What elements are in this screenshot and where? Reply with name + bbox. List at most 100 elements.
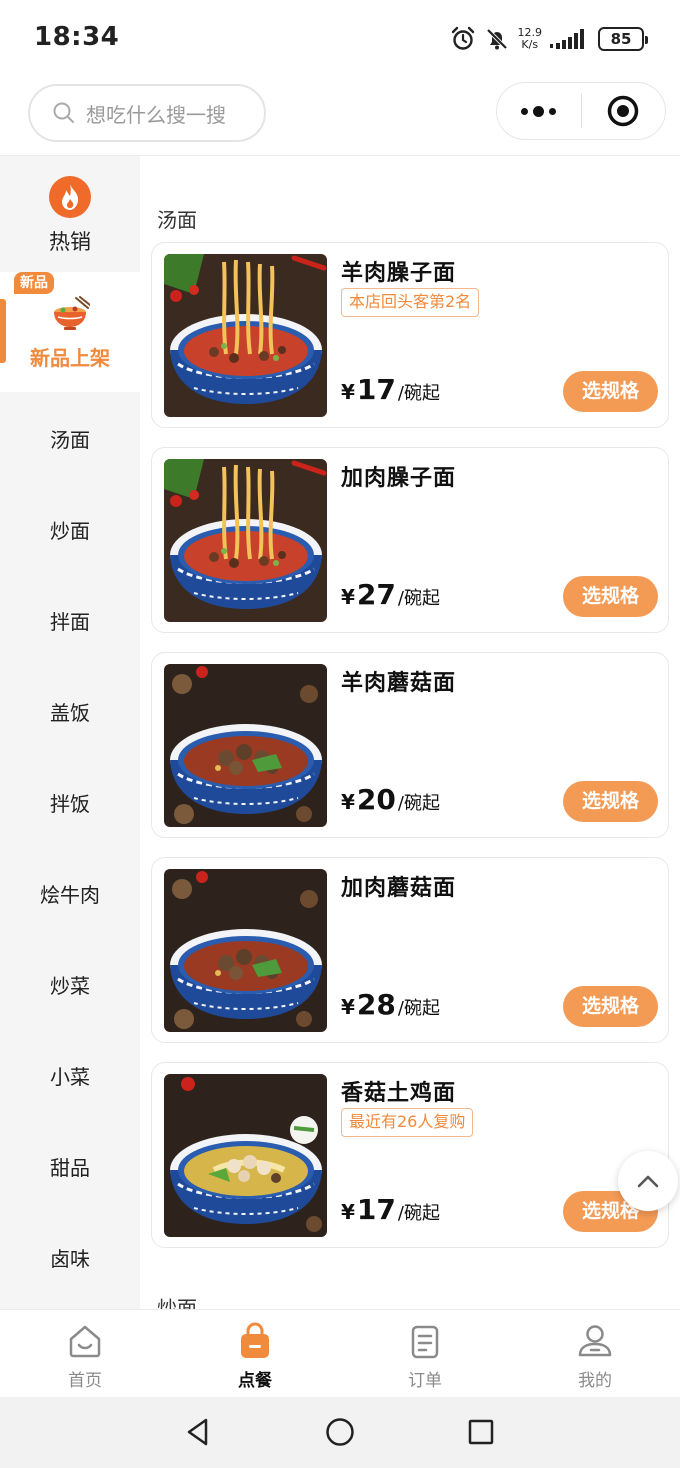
dish-price: ¥17/碗起	[341, 373, 440, 406]
flame-icon	[49, 176, 91, 218]
more-dot-icon	[533, 105, 545, 117]
mini-program-capsule	[496, 82, 666, 140]
dish-photo-art	[164, 1074, 327, 1237]
category-item[interactable]: 炒菜	[0, 941, 140, 1032]
search-placeholder: 想吃什么搜一搜	[86, 102, 226, 127]
dish-card[interactable]: 加肉蘑菇面 ¥28/碗起 选规格	[151, 857, 669, 1043]
new-tag: 新品	[14, 272, 54, 294]
target-icon	[608, 95, 639, 127]
bottom-tab-bar: 首页 点餐 订单 我的	[0, 1309, 680, 1397]
dish-list[interactable]: 汤面 羊肉臊子面 本店回头客第2名 ¥17/碗起 选规格 加肉臊子面 ¥27/碗起 选规格羊…	[140, 156, 680, 1309]
status-bar: 18:34 12.9 K/s 85	[0, 0, 680, 78]
signal-icon	[550, 29, 584, 49]
currency-symbol: ¥	[341, 380, 355, 404]
currency-symbol: ¥	[341, 995, 355, 1019]
price-value: 27	[356, 578, 396, 611]
dish-photo[interactable]	[164, 254, 327, 417]
tab-order-food-label: 点餐	[238, 1371, 272, 1391]
dish-photo-art	[164, 254, 327, 417]
tab-profile[interactable]: 我的	[510, 1310, 680, 1398]
search-input[interactable]: 想吃什么搜一搜	[28, 84, 266, 142]
dish-price: ¥20/碗起	[341, 783, 440, 816]
tab-home[interactable]: 首页	[0, 1310, 170, 1398]
category-item[interactable]: 汤面	[0, 395, 140, 486]
price-value: 17	[356, 1193, 396, 1226]
dish-photo-art	[164, 459, 327, 622]
status-time: 18:34	[34, 22, 120, 52]
tab-order-food[interactable]: 点餐	[170, 1310, 340, 1398]
alarm-icon	[451, 26, 474, 50]
dish-card[interactable]: 羊肉蘑菇面 ¥20/碗起 选规格	[151, 652, 669, 838]
mute-bell-icon	[486, 28, 507, 50]
dish-badge: 本店回头客第2名	[341, 288, 480, 317]
noodle-bowl-icon	[54, 296, 90, 330]
dish-name: 加肉蘑菇面	[341, 876, 457, 901]
dish-card[interactable]: 羊肉臊子面 本店回头客第2名 ¥17/碗起 选规格	[151, 242, 669, 428]
dish-photo[interactable]	[164, 869, 327, 1032]
home-icon	[69, 1325, 101, 1358]
search-icon	[53, 102, 74, 123]
status-icons: 12.9 K/s 85	[450, 22, 648, 56]
choose-spec-button[interactable]: 选规格	[563, 371, 658, 412]
currency-symbol: ¥	[341, 585, 355, 609]
category-item[interactable]: 盖饭	[0, 668, 140, 759]
currency-symbol: ¥	[341, 1200, 355, 1224]
dish-name: 加肉臊子面	[341, 466, 457, 491]
dish-card[interactable]: 香菇土鸡面 最近有26人复购 ¥17/碗起 选规格	[151, 1062, 669, 1248]
home-circle-icon[interactable]	[323, 1415, 357, 1449]
category-item[interactable]: 拌面	[0, 577, 140, 668]
currency-symbol: ¥	[341, 790, 355, 814]
dish-photo[interactable]	[164, 459, 327, 622]
price-value: 28	[356, 988, 396, 1021]
dish-price: ¥17/碗起	[341, 1193, 440, 1226]
category-item[interactable]: 甜品	[0, 1123, 140, 1214]
dish-photo[interactable]	[164, 664, 327, 827]
more-dot-icon	[549, 107, 557, 115]
dish-name: 羊肉蘑菇面	[341, 671, 457, 696]
battery-indicator: 85	[598, 27, 648, 51]
dish-name: 羊肉臊子面	[341, 261, 457, 286]
dish-card[interactable]: 加肉臊子面 ¥27/碗起 选规格	[151, 447, 669, 633]
category-hot-label: 热销	[49, 230, 91, 254]
chevron-up-icon	[637, 1175, 659, 1188]
recents-square-icon[interactable]	[464, 1415, 498, 1449]
choose-spec-button[interactable]: 选规格	[563, 986, 658, 1027]
dish-name: 香菇土鸡面	[341, 1081, 457, 1106]
top-bar: 想吃什么搜一搜	[0, 78, 680, 156]
dish-photo-art	[164, 869, 327, 1032]
choose-spec-button[interactable]: 选规格	[563, 576, 658, 617]
close-mini-program-button[interactable]	[582, 94, 666, 128]
category-hot[interactable]: 热销	[0, 156, 140, 272]
more-menu-button[interactable]	[497, 105, 581, 117]
dish-price: ¥27/碗起	[341, 578, 440, 611]
price-unit: /碗起	[397, 383, 440, 404]
choose-spec-button[interactable]: 选规格	[563, 781, 658, 822]
tab-home-label: 首页	[68, 1371, 102, 1391]
price-unit: /碗起	[397, 793, 440, 814]
section-title: 炒面	[157, 1296, 197, 1309]
user-icon	[578, 1325, 612, 1357]
tab-orders[interactable]: 订单	[340, 1310, 510, 1398]
system-nav-bar	[0, 1397, 680, 1468]
category-new[interactable]: 新品 新品上架	[0, 272, 140, 392]
back-to-top-button[interactable]	[618, 1151, 678, 1211]
back-triangle-icon[interactable]	[181, 1415, 215, 1449]
price-value: 17	[356, 373, 396, 406]
category-item[interactable]: 小菜	[0, 1032, 140, 1123]
category-item[interactable]: 拌饭	[0, 759, 140, 850]
dish-photo-art	[164, 664, 327, 827]
tab-orders-label: 订单	[408, 1371, 442, 1391]
category-item[interactable]: 炒面	[0, 486, 140, 577]
category-item[interactable]: 卤味	[0, 1214, 140, 1305]
dish-photo[interactable]	[164, 1074, 327, 1237]
category-new-label: 新品上架	[30, 346, 110, 370]
price-unit: /碗起	[397, 588, 440, 609]
section-title: 汤面	[157, 208, 197, 232]
price-unit: /碗起	[397, 1203, 440, 1224]
net-speed-unit: K/s	[521, 38, 539, 51]
tab-profile-label: 我的	[578, 1371, 612, 1391]
net-speed: 12.9 K/s	[518, 27, 543, 51]
order-icon	[411, 1325, 439, 1359]
category-sidebar: 热销 新品 新品上架 汤面 炒面 拌面 盖饭 拌饭 烩牛肉 炒菜 小菜 甜品 卤味	[0, 156, 140, 1309]
category-item[interactable]: 烩牛肉	[0, 850, 140, 941]
